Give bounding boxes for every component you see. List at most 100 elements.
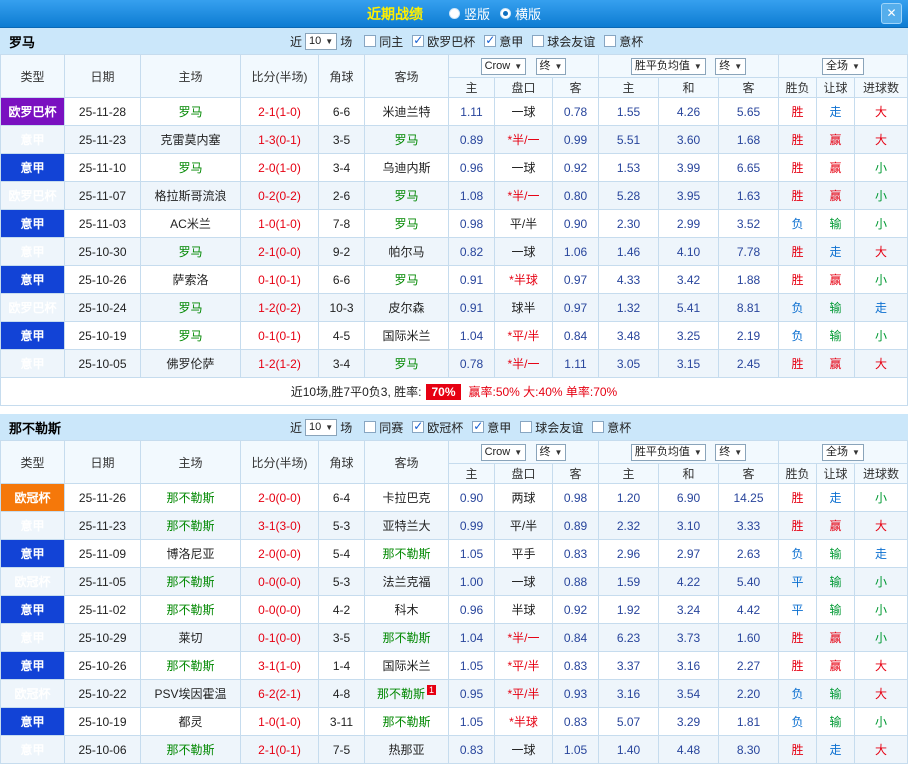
away-team[interactable]: 罗马 <box>364 349 449 378</box>
bookmaker-select[interactable]: Crow ▼ <box>480 57 527 75</box>
checkbox-checked-icon[interactable] <box>412 419 425 433</box>
checkbox-checked-icon[interactable] <box>412 33 425 47</box>
home-team[interactable]: 都灵 <box>140 707 241 736</box>
checkbox-unchecked-icon[interactable] <box>364 35 377 47</box>
final-odds-select[interactable]: 终 ▼ <box>535 443 567 461</box>
subcol-euro-home: 主 <box>598 463 659 484</box>
filter-checkbox[interactable]: 意甲 <box>472 419 511 436</box>
home-team[interactable]: PSV埃因霍温 <box>140 679 241 708</box>
handicap-result: 输 <box>816 707 856 736</box>
checkbox-unchecked-icon[interactable] <box>520 421 533 433</box>
filter-checkbox[interactable]: 意杯 <box>604 33 643 50</box>
away-team[interactable]: 帕尔马 <box>364 237 449 266</box>
select-value: 终 <box>719 445 731 458</box>
away-team[interactable]: 卡拉巴克 <box>364 483 449 512</box>
subcol-handicap: 盘口 <box>494 77 553 98</box>
wdl-result: 负 <box>778 293 818 322</box>
wdl-average-select[interactable]: 胜平负均值 ▼ <box>630 443 706 461</box>
fulltime-select[interactable]: 全场 ▼ <box>822 57 864 75</box>
away-team[interactable]: 国际米兰 <box>364 321 449 350</box>
filter-checkbox[interactable]: 同主 <box>364 33 403 50</box>
filter-checkbox[interactable]: 同赛 <box>364 419 403 436</box>
home-team[interactable]: AC米兰 <box>140 209 241 238</box>
away-team[interactable]: 皮尔森 <box>364 293 449 322</box>
filter-checkbox[interactable]: 意杯 <box>592 419 631 436</box>
horizontal-layout-radio-label[interactable]: 横版 <box>515 4 541 23</box>
handicap-result: 赢 <box>816 623 856 652</box>
vertical-layout-radio[interactable] <box>448 8 460 19</box>
away-team[interactable]: 那不勒斯 <box>364 707 449 736</box>
away-team[interactable]: 乌迪内斯 <box>364 153 449 182</box>
asian-home-odds: 1.05 <box>448 651 495 680</box>
checkbox-unchecked-icon[interactable] <box>592 421 605 433</box>
home-team[interactable]: 那不勒斯 <box>140 595 241 624</box>
home-team[interactable]: 格拉斯哥流浪 <box>140 181 241 210</box>
home-team[interactable]: 克雷莫内塞 <box>140 125 241 154</box>
away-team[interactable]: 罗马 <box>364 209 449 238</box>
match-date: 25-10-19 <box>64 321 141 350</box>
final-odds-select[interactable]: 终 ▼ <box>715 57 747 75</box>
fulltime-select[interactable]: 全场 ▼ <box>822 443 864 461</box>
home-team[interactable]: 佛罗伦萨 <box>140 349 241 378</box>
home-team[interactable]: 罗马 <box>140 97 241 126</box>
bookmaker-select[interactable]: Crow ▼ <box>480 443 527 461</box>
horizontal-layout-radio[interactable] <box>500 8 511 19</box>
corner-count: 4-2 <box>318 595 365 624</box>
euro-away-odds: 8.81 <box>717 293 780 322</box>
away-team[interactable]: 那不勒斯 <box>364 623 449 652</box>
away-team[interactable]: 科木 <box>364 595 449 624</box>
away-team[interactable]: 米迪兰特 <box>364 97 449 126</box>
wdl-average-select[interactable]: 胜平负均值 ▼ <box>630 57 706 75</box>
vertical-layout-radio-label[interactable]: 竖版 <box>464 4 490 23</box>
final-odds-select[interactable]: 终 ▼ <box>715 443 747 461</box>
away-team[interactable]: 国际米兰 <box>364 651 449 680</box>
asian-home-odds: 0.95 <box>448 679 495 708</box>
close-button[interactable]: ✕ <box>881 3 902 24</box>
checkbox-unchecked-icon[interactable] <box>532 35 545 47</box>
competition-badge: 意甲 <box>0 735 65 764</box>
home-team[interactable]: 那不勒斯 <box>140 735 241 764</box>
home-team[interactable]: 莱切 <box>140 623 241 652</box>
wdl-result: 胜 <box>778 623 818 652</box>
final-odds-select[interactable]: 终 ▼ <box>535 57 567 75</box>
home-team[interactable]: 那不勒斯 <box>140 651 241 680</box>
checkbox-checked-icon[interactable] <box>472 419 485 433</box>
home-team[interactable]: 那不勒斯 <box>140 483 241 512</box>
match-row: 意甲 25-10-06 那不勒斯 2-1(0-1) 7-5 热那亚 0.83 一球 1.05 1.… <box>0 735 908 764</box>
checkbox-unchecked-icon[interactable] <box>364 421 377 433</box>
match-count-select[interactable]: 10 ▼ <box>305 418 338 436</box>
home-team[interactable]: 博洛尼亚 <box>140 539 241 568</box>
asian-away-odds: 1.05 <box>552 735 599 764</box>
away-team[interactable]: 罗马 <box>364 181 449 210</box>
col-home: 主场 <box>140 440 241 484</box>
filter-checkbox[interactable]: 意甲 <box>484 33 523 50</box>
filter-checkbox[interactable]: 球会友谊 <box>532 33 595 50</box>
away-team[interactable]: 亚特兰大 <box>364 511 449 540</box>
match-count-select[interactable]: 10 ▼ <box>305 32 338 50</box>
euro-home-odds: 1.40 <box>598 735 659 764</box>
home-team[interactable]: 罗马 <box>140 153 241 182</box>
asian-handicap: 一球 <box>494 237 553 266</box>
away-team[interactable]: 罗马 <box>364 125 449 154</box>
filter-checkbox[interactable]: 球会友谊 <box>520 419 583 436</box>
checkbox-checked-icon[interactable] <box>484 33 497 47</box>
away-team[interactable]: 热那亚 <box>364 735 449 764</box>
away-team[interactable]: 那不勒斯 <box>364 539 449 568</box>
home-team[interactable]: 罗马 <box>140 237 241 266</box>
asian-away-odds: 0.78 <box>552 97 599 126</box>
checkbox-unchecked-icon[interactable] <box>604 35 617 47</box>
euro-away-odds: 3.52 <box>717 209 780 238</box>
home-team[interactable]: 那不勒斯 <box>140 567 241 596</box>
home-team[interactable]: 罗马 <box>140 321 241 350</box>
competition-badge: 欧罗巴杯 <box>0 97 65 126</box>
home-team[interactable]: 那不勒斯 <box>140 511 241 540</box>
away-team[interactable]: 那不勒斯 1 <box>364 679 449 708</box>
euro-away-odds: 2.27 <box>717 651 780 680</box>
home-team[interactable]: 罗马 <box>140 293 241 322</box>
away-team[interactable]: 罗马 <box>364 265 449 294</box>
filter-checkbox[interactable]: 欧冠杯 <box>412 419 463 436</box>
home-team[interactable]: 萨索洛 <box>140 265 241 294</box>
select-value: 10 <box>309 34 322 47</box>
filter-checkbox[interactable]: 欧罗巴杯 <box>412 33 475 50</box>
away-team[interactable]: 法兰克福 <box>364 567 449 596</box>
